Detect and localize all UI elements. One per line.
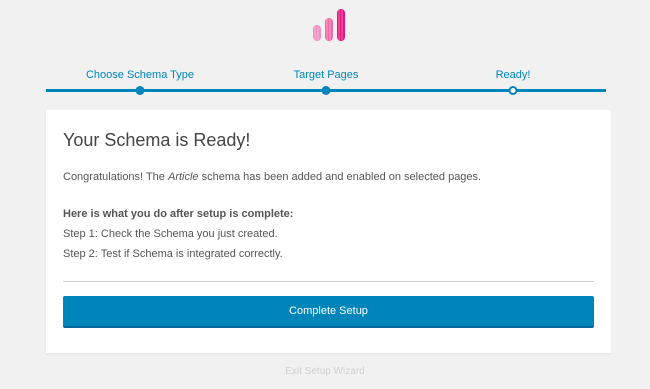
congrats-suffix: schema has been added and enabled on sel… — [198, 171, 482, 183]
congrats-prefix: Congratulations! The — [63, 171, 168, 183]
next-steps-heading: Here is what you do after setup is compl… — [63, 208, 294, 220]
step-dot-ready — [508, 86, 518, 95]
step-dot-target-pages — [321, 86, 331, 95]
schema-name: Article — [167, 171, 199, 183]
step-dot-choose-schema-type — [135, 86, 145, 95]
next-step-2: Step 2: Test if Schema is integrated cor… — [63, 248, 283, 260]
step-label-ready: Ready! — [495, 69, 531, 81]
divider — [63, 281, 594, 282]
card-title: Your Schema is Ready! — [63, 130, 251, 150]
complete-setup-button[interactable]: Complete Setup — [63, 296, 594, 328]
exit-setup-wizard-link[interactable]: Exit Setup Wizard — [0, 366, 650, 377]
next-step-1: Step 1: Check the Schema you just create… — [63, 228, 278, 240]
step-label-target-pages[interactable]: Target Pages — [294, 69, 359, 81]
schema-ready-card: Your Schema is Ready! Congratulations! T… — [46, 110, 611, 353]
step-label-choose-schema-type[interactable]: Choose Schema Type — [86, 69, 194, 81]
schema-app-logo — [313, 9, 345, 41]
congrats-message: Congratulations! The Article schema has … — [63, 171, 481, 183]
setup-progress: Choose Schema Type Target Pages Ready! — [46, 66, 606, 98]
